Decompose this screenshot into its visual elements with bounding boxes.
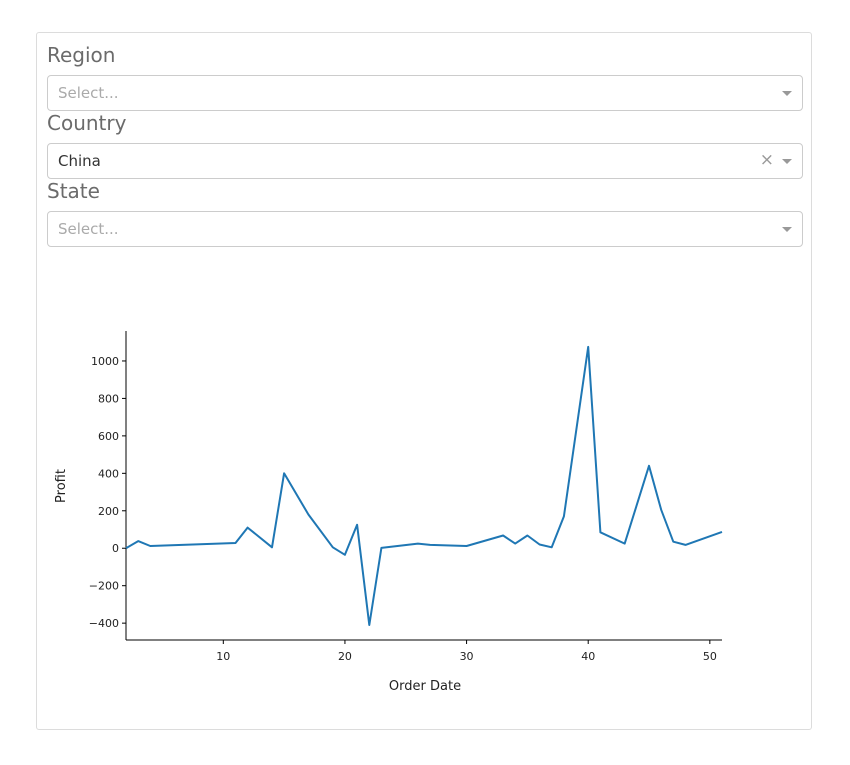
y-tick-label: 400 [98, 467, 119, 480]
x-tick-label: 20 [338, 650, 352, 663]
x-axis-label: Order Date [389, 679, 461, 694]
y-tick-label: −400 [89, 617, 119, 630]
x-tick-label: 50 [703, 650, 717, 663]
y-axis-label: Profit [54, 469, 69, 503]
x-tick-label: 40 [581, 650, 595, 663]
y-tick-label: 0 [112, 542, 119, 555]
y-tick-label: 800 [98, 392, 119, 405]
profit-line-chart: −400 −200 0 200 400 600 800 1000 10 20 30 40 50 Orde… [54, 331, 723, 694]
y-tick-label: 600 [98, 430, 119, 443]
x-tick-label: 10 [216, 650, 230, 663]
y-tick-label: 1000 [91, 355, 119, 368]
series-line [125, 345, 723, 626]
plot-area: −400 −200 0 200 400 600 800 1000 10 20 30 40 50 [89, 331, 723, 663]
x-tick-label: 30 [460, 650, 474, 663]
y-tick-label: −200 [89, 580, 119, 593]
y-tick-label: 200 [98, 505, 119, 518]
